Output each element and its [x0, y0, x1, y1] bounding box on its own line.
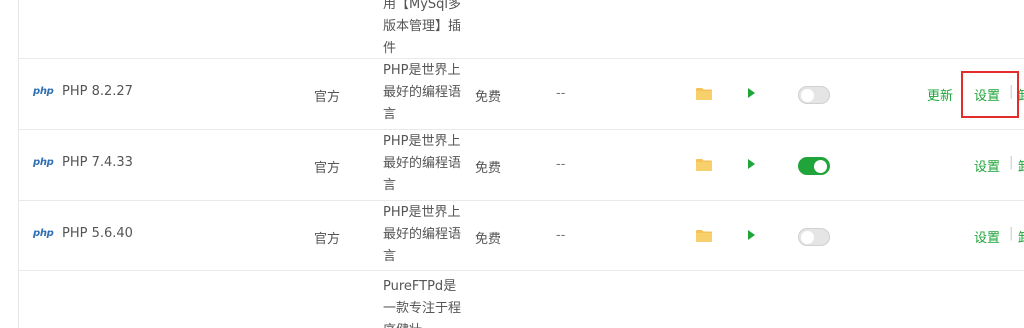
- plugin-description: PHP是世界上最好的编程语言: [383, 205, 462, 264]
- play-icon[interactable]: [748, 159, 755, 169]
- php-logo-icon: php: [33, 157, 54, 168]
- php-logo-icon: php: [33, 86, 54, 97]
- highlight-box: [961, 71, 1019, 118]
- table-row: php PHP 5.6.40 官方 PHP是世界上最好的编程语言 免费 -- 设…: [18, 200, 1024, 270]
- plugin-description: PHP是世界上最好的编程语言: [383, 134, 462, 193]
- folder-icon[interactable]: [696, 87, 712, 100]
- folder-icon[interactable]: [696, 229, 712, 242]
- uninstall-button-partial[interactable]: 卸: [1018, 227, 1024, 246]
- plugin-expire: --: [556, 157, 566, 172]
- play-icon[interactable]: [748, 230, 755, 240]
- table-row: PureFTPd是一款专注于程序健壮: [18, 270, 1024, 328]
- plugin-description: 用【MySql多版本管理】插件: [383, 0, 462, 56]
- settings-button[interactable]: 设置: [974, 227, 1000, 246]
- plugin-developer: 官方: [314, 90, 341, 105]
- display-toggle[interactable]: [798, 157, 830, 175]
- plugin-price: 免费: [475, 90, 502, 105]
- update-button[interactable]: 更新: [927, 85, 953, 104]
- uninstall-button-partial[interactable]: 卸: [1018, 156, 1024, 175]
- play-icon[interactable]: [748, 88, 755, 98]
- action-separator: |: [1009, 226, 1014, 241]
- settings-button[interactable]: 设置: [974, 156, 1000, 175]
- table-row: 用【MySql多版本管理】插件: [18, 0, 1024, 58]
- table-row: php PHP 7.4.33 官方 PHP是世界上最好的编程语言 免费 -- 设…: [18, 129, 1024, 200]
- plugin-name: PHP 8.2.27: [62, 84, 133, 99]
- display-toggle[interactable]: [798, 86, 830, 104]
- plugin-expire: --: [556, 86, 566, 101]
- plugin-developer: 官方: [314, 161, 341, 176]
- plugin-price: 免费: [475, 232, 502, 247]
- action-separator: |: [1009, 155, 1014, 170]
- plugin-name: PHP 7.4.33: [62, 155, 133, 170]
- table-row: php PHP 8.2.27 官方 PHP是世界上最好的编程语言 免费 -- 更…: [18, 58, 1024, 129]
- php-logo-icon: php: [33, 228, 54, 239]
- display-toggle[interactable]: [798, 228, 830, 246]
- plugin-description: PHP是世界上最好的编程语言: [383, 63, 462, 122]
- plugin-developer: 官方: [314, 232, 341, 247]
- folder-icon[interactable]: [696, 158, 712, 171]
- plugin-description: PureFTPd是一款专注于程序健壮: [383, 279, 462, 328]
- plugin-expire: --: [556, 228, 566, 243]
- plugin-name: PHP 5.6.40: [62, 226, 133, 241]
- plugin-price: 免费: [475, 161, 502, 176]
